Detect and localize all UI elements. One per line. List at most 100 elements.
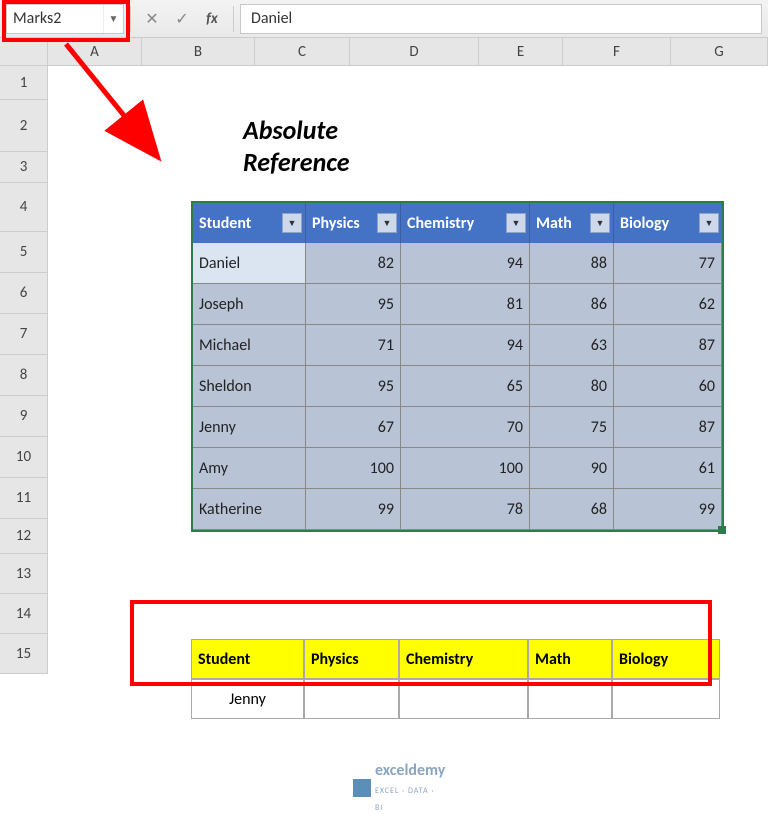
column-header-C[interactable]: C xyxy=(255,38,350,66)
column-header-E[interactable]: E xyxy=(479,38,563,66)
row-header-5[interactable]: 5 xyxy=(0,232,48,273)
filter-dropdown-icon[interactable]: ▼ xyxy=(590,213,610,233)
row-header-6[interactable]: 6 xyxy=(0,273,48,314)
value-cell[interactable]: 100 xyxy=(306,448,401,489)
value-cell[interactable]: 90 xyxy=(530,448,614,489)
select-all-corner[interactable] xyxy=(0,38,48,66)
value-cell[interactable]: 87 xyxy=(614,325,722,366)
lookup-header-biology[interactable]: Biology xyxy=(612,639,720,679)
lookup-cell[interactable] xyxy=(528,679,612,719)
value-cell[interactable]: 99 xyxy=(614,489,722,530)
row-header-14[interactable]: 14 xyxy=(0,594,48,634)
formula-bar: Marks2 ▼ ✕ ✓ fx Daniel xyxy=(0,0,768,38)
lookup-header-physics[interactable]: Physics xyxy=(304,639,399,679)
data-table-header: Student▼Physics▼Chemistry▼Math▼Biology▼ xyxy=(193,203,722,243)
value-cell[interactable]: 95 xyxy=(306,284,401,325)
lookup-cell[interactable] xyxy=(399,679,528,719)
row-header-2[interactable]: 2 xyxy=(0,100,48,152)
table-header-math[interactable]: Math▼ xyxy=(530,203,614,243)
value-cell[interactable]: 82 xyxy=(306,243,401,284)
lookup-cell[interactable] xyxy=(612,679,720,719)
table-header-student[interactable]: Student▼ xyxy=(193,203,306,243)
column-header-F[interactable]: F xyxy=(563,38,671,66)
row-header-1[interactable]: 1 xyxy=(0,66,48,100)
lookup-header-math[interactable]: Math xyxy=(528,639,612,679)
value-cell[interactable]: 77 xyxy=(614,243,722,284)
value-cell[interactable]: 62 xyxy=(614,284,722,325)
value-cell[interactable]: 87 xyxy=(614,407,722,448)
student-cell[interactable]: Daniel xyxy=(193,243,306,284)
name-box-dropdown-icon[interactable]: ▼ xyxy=(103,5,123,33)
filter-dropdown-icon[interactable]: ▼ xyxy=(506,213,526,233)
row-header-11[interactable]: 11 xyxy=(0,478,48,519)
name-box-value: Marks2 xyxy=(13,9,61,28)
table-row: Katherine99786899 xyxy=(193,489,722,530)
value-cell[interactable]: 86 xyxy=(530,284,614,325)
value-cell[interactable]: 65 xyxy=(401,366,530,407)
value-cell[interactable]: 63 xyxy=(530,325,614,366)
filter-dropdown-icon[interactable]: ▼ xyxy=(282,213,302,233)
value-cell[interactable]: 61 xyxy=(614,448,722,489)
student-cell[interactable]: Sheldon xyxy=(193,366,306,407)
student-cell[interactable]: Joseph xyxy=(193,284,306,325)
data-table: Student▼Physics▼Chemistry▼Math▼Biology▼ … xyxy=(191,201,724,532)
value-cell[interactable]: 99 xyxy=(306,489,401,530)
value-cell[interactable]: 70 xyxy=(401,407,530,448)
table-row: Jenny67707587 xyxy=(193,407,722,448)
value-cell[interactable]: 94 xyxy=(401,325,530,366)
column-header-D[interactable]: D xyxy=(350,38,479,66)
column-headers: ABCDEFG xyxy=(48,38,768,66)
lookup-header-chemistry[interactable]: Chemistry xyxy=(399,639,528,679)
watermark-logo: exceldemy EXCEL · DATA · BI xyxy=(353,761,445,814)
table-row: Sheldon95658060 xyxy=(193,366,722,407)
value-cell[interactable]: 60 xyxy=(614,366,722,407)
lookup-header-row: StudentPhysicsChemistryMathBiology xyxy=(191,639,720,679)
table-header-chemistry[interactable]: Chemistry▼ xyxy=(401,203,530,243)
row-header-13[interactable]: 13 xyxy=(0,554,48,594)
filter-dropdown-icon[interactable]: ▼ xyxy=(699,213,719,233)
value-cell[interactable]: 95 xyxy=(306,366,401,407)
insert-function-button[interactable]: fx xyxy=(197,4,227,34)
student-cell[interactable]: Jenny xyxy=(193,407,306,448)
lookup-cell[interactable] xyxy=(304,679,399,719)
value-cell[interactable]: 78 xyxy=(401,489,530,530)
table-row: Amy1001009061 xyxy=(193,448,722,489)
lookup-header-student[interactable]: Student xyxy=(191,639,304,679)
lookup-table: StudentPhysicsChemistryMathBiology Jenny xyxy=(191,639,720,719)
column-header-B[interactable]: B xyxy=(142,38,255,66)
row-header-3[interactable]: 3 xyxy=(0,152,48,183)
value-cell[interactable]: 75 xyxy=(530,407,614,448)
student-cell[interactable]: Amy xyxy=(193,448,306,489)
row-header-12[interactable]: 12 xyxy=(0,519,48,554)
table-header-physics[interactable]: Physics▼ xyxy=(306,203,401,243)
selection-handle[interactable] xyxy=(718,526,726,534)
cancel-button[interactable]: ✕ xyxy=(137,4,167,34)
row-header-4[interactable]: 4 xyxy=(0,183,48,232)
value-cell[interactable]: 88 xyxy=(530,243,614,284)
logo-icon xyxy=(353,779,371,797)
row-header-9[interactable]: 9 xyxy=(0,396,48,437)
row-header-7[interactable]: 7 xyxy=(0,314,48,355)
row-header-10[interactable]: 10 xyxy=(0,437,48,478)
lookup-cell[interactable]: Jenny xyxy=(191,679,304,719)
filter-dropdown-icon[interactable]: ▼ xyxy=(377,213,397,233)
student-cell[interactable]: Katherine xyxy=(193,489,306,530)
row-header-15[interactable]: 15 xyxy=(0,634,48,674)
row-header-8[interactable]: 8 xyxy=(0,355,48,396)
table-row: Daniel82948877 xyxy=(193,243,722,284)
value-cell[interactable]: 68 xyxy=(530,489,614,530)
value-cell[interactable]: 67 xyxy=(306,407,401,448)
name-box[interactable]: Marks2 ▼ xyxy=(6,4,124,34)
table-header-biology[interactable]: Biology▼ xyxy=(614,203,722,243)
student-cell[interactable]: Michael xyxy=(193,325,306,366)
confirm-button[interactable]: ✓ xyxy=(167,4,197,34)
value-cell[interactable]: 71 xyxy=(306,325,401,366)
formula-input[interactable]: Daniel xyxy=(240,4,762,34)
value-cell[interactable]: 100 xyxy=(401,448,530,489)
row-headers: 123456789101112131415 xyxy=(0,66,48,674)
value-cell[interactable]: 81 xyxy=(401,284,530,325)
value-cell[interactable]: 94 xyxy=(401,243,530,284)
column-header-A[interactable]: A xyxy=(48,38,142,66)
value-cell[interactable]: 80 xyxy=(530,366,614,407)
column-header-G[interactable]: G xyxy=(671,38,768,66)
